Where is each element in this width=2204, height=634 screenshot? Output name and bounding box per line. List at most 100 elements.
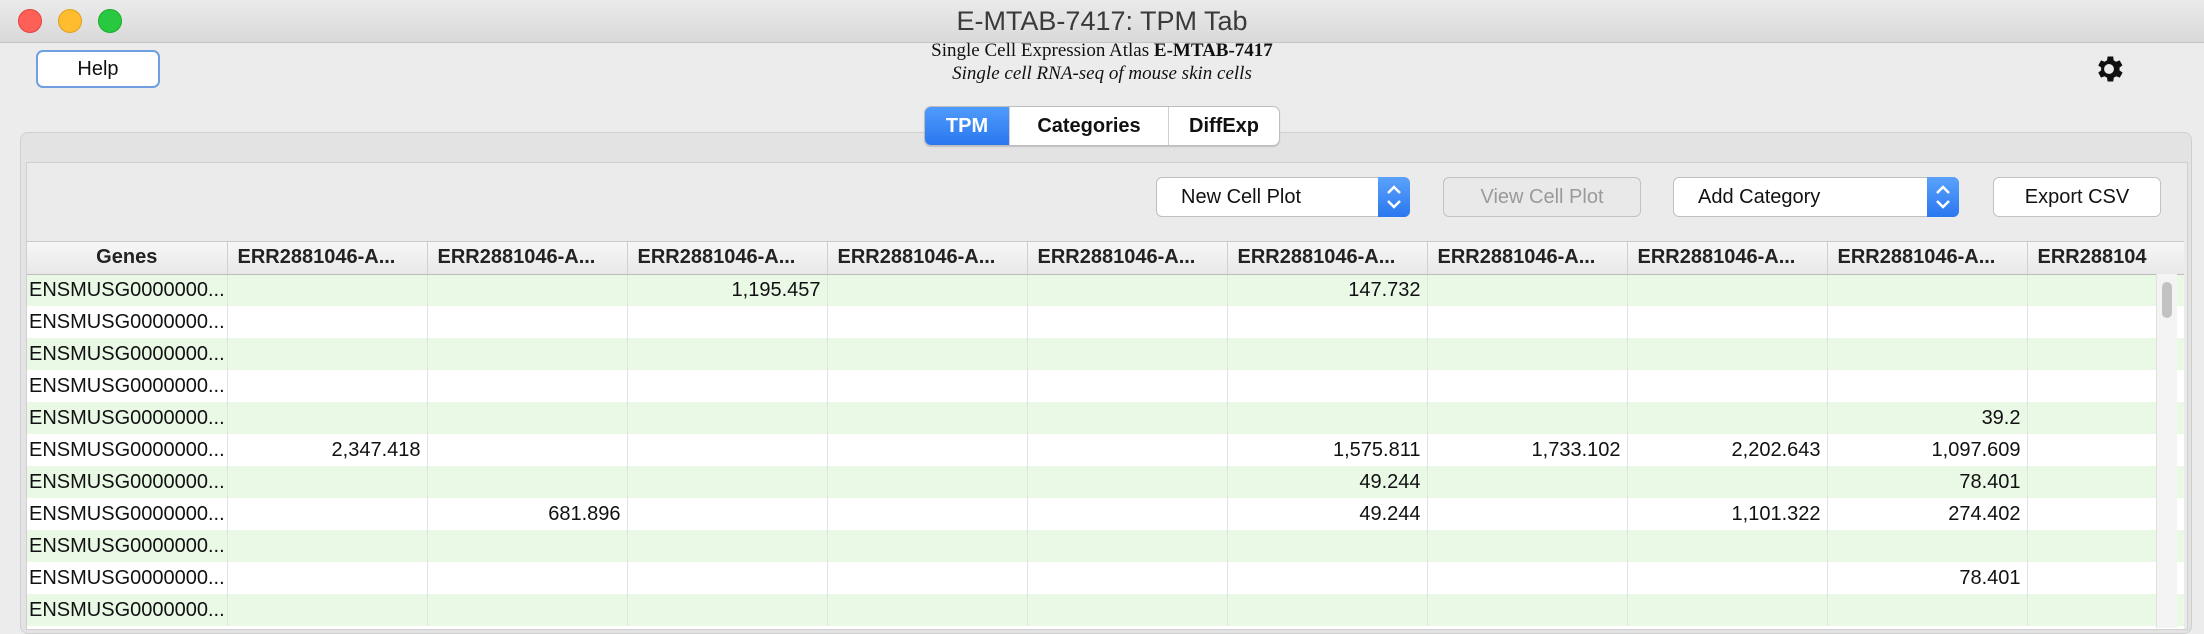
gene-id-cell[interactable]: ENSMUSG0000000... xyxy=(27,274,228,306)
tpm-value-cell[interactable] xyxy=(1027,594,1228,626)
tpm-value-cell[interactable]: 1,097.609 xyxy=(1827,434,2028,466)
tpm-value-cell[interactable] xyxy=(227,594,428,626)
column-header-sample[interactable]: ERR2881046-A... xyxy=(1627,242,1828,275)
tpm-value-cell[interactable] xyxy=(1427,402,1628,434)
tpm-value-cell[interactable] xyxy=(1027,338,1228,370)
tpm-value-cell[interactable] xyxy=(1027,466,1228,498)
tpm-value-cell[interactable] xyxy=(1627,466,1828,498)
tpm-value-cell[interactable]: 2,347.418 xyxy=(227,434,428,466)
tpm-table-container[interactable]: Genes ERR2881046-A... ERR2881046-A... ERR28… xyxy=(27,241,2184,629)
tpm-value-cell[interactable] xyxy=(227,338,428,370)
tpm-value-cell[interactable] xyxy=(1427,498,1628,530)
table-row[interactable]: ENSMUSG0000000...78.4011,5 xyxy=(27,562,2184,594)
table-row[interactable]: ENSMUSG0000000... 2,347.418 1,575.811 1,733… xyxy=(27,434,2184,466)
tpm-value-cell[interactable] xyxy=(1027,306,1228,338)
table-row[interactable]: ENSMUSG0000000... 681.896 49.244 1,101.322 2… xyxy=(27,498,2184,530)
tpm-value-cell[interactable] xyxy=(1627,402,1828,434)
tpm-value-cell[interactable] xyxy=(1627,562,1828,594)
tpm-value-cell[interactable] xyxy=(427,466,628,498)
gene-id-cell[interactable]: ENSMUSG0000000... xyxy=(27,338,228,370)
tpm-value-cell[interactable] xyxy=(227,274,428,306)
tpm-value-cell[interactable] xyxy=(627,338,828,370)
tpm-value-cell[interactable] xyxy=(1227,306,1428,338)
tpm-value-cell[interactable] xyxy=(1827,594,2028,626)
tpm-value-cell[interactable] xyxy=(827,274,1028,306)
gene-id-cell[interactable]: ENSMUSG0000000... xyxy=(27,498,228,530)
gene-id-cell[interactable]: ENSMUSG0000000... xyxy=(27,306,228,338)
column-header-sample[interactable]: ERR2881046-A... xyxy=(827,242,1028,275)
column-header-sample[interactable]: ERR2881046-A... xyxy=(427,242,628,275)
tpm-value-cell[interactable] xyxy=(1227,402,1428,434)
table-row[interactable]: ENSMUSG0000000... 1,195.457 147.732 xyxy=(27,274,2184,306)
tpm-value-cell[interactable] xyxy=(827,562,1028,594)
tpm-value-cell[interactable]: 78.401 xyxy=(1827,562,2028,594)
table-row[interactable]: ENSMUSG0000000... xyxy=(27,338,2184,370)
tpm-value-cell[interactable] xyxy=(1827,306,2028,338)
tpm-value-cell[interactable]: 39.2 xyxy=(1827,402,2028,434)
tpm-value-cell[interactable] xyxy=(1027,498,1228,530)
tpm-value-cell[interactable]: 78.401 xyxy=(1827,466,2028,498)
tpm-value-cell[interactable] xyxy=(1627,530,1828,562)
tpm-value-cell[interactable] xyxy=(1027,402,1228,434)
tpm-value-cell[interactable] xyxy=(427,274,628,306)
tpm-value-cell[interactable] xyxy=(827,338,1028,370)
column-header-sample[interactable]: ERR2881046-A... xyxy=(1227,242,1428,275)
tpm-value-cell[interactable] xyxy=(1627,370,1828,402)
tpm-value-cell[interactable] xyxy=(627,498,828,530)
view-cell-plot-button[interactable]: View Cell Plot xyxy=(1443,177,1641,217)
gene-id-cell[interactable]: ENSMUSG0000000... xyxy=(27,402,228,434)
table-row[interactable]: ENSMUSG0000000... xyxy=(27,594,2184,626)
tpm-value-cell[interactable] xyxy=(1827,530,2028,562)
tpm-value-cell[interactable] xyxy=(627,466,828,498)
tpm-value-cell[interactable] xyxy=(1627,338,1828,370)
tpm-value-cell[interactable] xyxy=(227,402,428,434)
tpm-value-cell[interactable] xyxy=(1427,370,1628,402)
export-csv-button[interactable]: Export CSV xyxy=(1993,177,2161,217)
table-row[interactable]: ENSMUSG0000000... 39.2 xyxy=(27,402,2184,434)
table-row[interactable]: ENSMUSG0000000... xyxy=(27,306,2184,338)
gear-icon[interactable] xyxy=(2092,52,2126,86)
tpm-value-cell[interactable] xyxy=(627,562,828,594)
tpm-value-cell[interactable] xyxy=(227,498,428,530)
tpm-value-cell[interactable] xyxy=(227,370,428,402)
tpm-value-cell[interactable] xyxy=(1827,338,2028,370)
tpm-value-cell[interactable] xyxy=(827,306,1028,338)
tpm-value-cell[interactable] xyxy=(427,306,628,338)
add-category-select[interactable]: Add Category xyxy=(1673,177,1959,217)
tpm-value-cell[interactable] xyxy=(427,434,628,466)
tpm-value-cell[interactable] xyxy=(1027,530,1228,562)
tpm-value-cell[interactable]: 1,195.457 xyxy=(627,274,828,306)
tpm-value-cell[interactable] xyxy=(627,306,828,338)
tpm-value-cell[interactable] xyxy=(827,466,1028,498)
tpm-value-cell[interactable] xyxy=(827,530,1028,562)
tpm-value-cell[interactable] xyxy=(1427,466,1628,498)
tpm-value-cell[interactable] xyxy=(827,434,1028,466)
tpm-value-cell[interactable] xyxy=(1427,274,1628,306)
tpm-value-cell[interactable] xyxy=(1427,530,1628,562)
tpm-value-cell[interactable] xyxy=(1227,530,1428,562)
tpm-value-cell[interactable] xyxy=(1227,370,1428,402)
column-header-sample[interactable]: ERR2881046-A... xyxy=(1027,242,1228,275)
gene-id-cell[interactable]: ENSMUSG0000000... xyxy=(27,466,228,498)
tpm-value-cell[interactable] xyxy=(1827,274,2028,306)
tpm-value-cell[interactable] xyxy=(1027,370,1228,402)
tpm-value-cell[interactable] xyxy=(1227,562,1428,594)
tpm-value-cell[interactable]: 681.896 xyxy=(427,498,628,530)
tpm-value-cell[interactable] xyxy=(827,594,1028,626)
tpm-value-cell[interactable]: 2,202.643 xyxy=(1627,434,1828,466)
column-header-sample[interactable]: ERR2881046-A... xyxy=(1827,242,2028,275)
gene-id-cell[interactable]: ENSMUSG0000000... xyxy=(27,562,228,594)
column-header-sample[interactable]: ERR2881046-A... xyxy=(227,242,428,275)
tpm-value-cell[interactable] xyxy=(227,306,428,338)
tpm-value-cell[interactable] xyxy=(827,498,1028,530)
tpm-value-cell[interactable] xyxy=(1427,306,1628,338)
tpm-value-cell[interactable] xyxy=(1427,594,1628,626)
column-header-sample[interactable]: ERR2881046-A... xyxy=(1427,242,1628,275)
tpm-value-cell[interactable] xyxy=(1827,370,2028,402)
tpm-value-cell[interactable] xyxy=(427,530,628,562)
tab-tpm[interactable]: TPM xyxy=(925,107,1009,145)
tpm-value-cell[interactable] xyxy=(627,370,828,402)
tpm-value-cell[interactable] xyxy=(1427,562,1628,594)
gene-id-cell[interactable]: ENSMUSG0000000... xyxy=(27,370,228,402)
tpm-value-cell[interactable] xyxy=(1027,434,1228,466)
